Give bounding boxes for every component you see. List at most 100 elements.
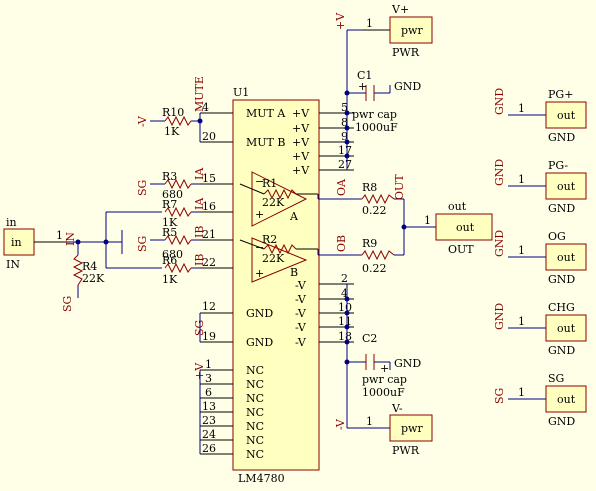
vminus-pin-num: 1 [366,415,373,428]
net-pos-v-top: +V [334,12,347,30]
pin-num-6: 6 [205,386,212,399]
junction-pv-4 [344,110,350,116]
r9-ref: R9 [362,237,377,250]
port-in-bottom: IN [6,258,20,271]
net-pos-v-nc: +V [193,362,206,380]
port-out-top: out [448,200,467,213]
pin-label-nc-2: NC [246,378,264,391]
junction-nv-1 [344,296,350,302]
pin-label-nc-1: NC [246,364,264,377]
c1-gnd: GND [394,80,421,93]
resistor-r4[interactable] [72,254,84,286]
junction-nv-3 [344,324,350,330]
port-in-body: in [11,236,22,249]
net-ib-1: IB [193,226,206,238]
port-out-pin-num: 1 [424,214,431,227]
pin-label-nc-4: NC [246,406,264,419]
input-wires [70,211,162,298]
svg-text:+: + [358,80,367,93]
r1-ref: R1 [262,177,277,190]
c2-ref: C2 [362,332,377,345]
chg-top: CHG [548,301,575,314]
sg-top: SG [548,372,564,385]
junction-nv-2 [344,310,350,316]
c2-name: pwr cap [362,373,407,386]
r1-value: 22K [262,196,285,209]
pin-label-mut-b: MUT B [246,136,285,149]
chg-body: out [557,322,576,335]
net-ia-2: IA [193,197,206,210]
r10-ref: R10 [162,106,184,119]
port-vplus-top: V+ [391,3,409,16]
pin-label-pv-5: +V [292,164,310,177]
pin-label-nv-5: -V [295,336,307,349]
r6-value: 1K [162,273,178,286]
net-sg-r3: SG [136,180,149,196]
pin-label-nv-3: -V [295,307,307,320]
pg-minus-body: out [557,180,576,193]
pin-num-2: 2 [341,272,348,285]
net-sg-r4: SG [61,296,74,312]
pg-plus-body: out [557,109,576,122]
sg-bottom: GND [548,415,575,428]
pin-label-pv-3: +V [292,136,310,149]
opamp-a-label: A [289,210,299,223]
pg-plus-top: PG+ [548,88,573,101]
junction-pv-3 [344,153,350,159]
port-out-body: out [456,221,475,234]
pin-num-23: 23 [202,414,216,427]
port-in-top: in [6,216,17,229]
net-mute: MUTE [193,76,206,112]
net-gnd-3: GND [493,230,506,257]
pin-num-24: 24 [202,428,216,441]
opamp-b-label: B [290,266,298,279]
port-out-bottom: OUT [448,243,474,256]
net-sg-gnd: SG [193,320,206,336]
pin-label-pv-4: +V [292,150,310,163]
vplus-pin-num: 1 [366,17,373,30]
pin-label-nc-5: NC [246,420,264,433]
pin-label-gnd-2: GND [246,336,273,349]
chg-pin: 1 [518,315,525,328]
pin-label-pv-1: +V [292,107,310,120]
pin-num-26: 26 [202,442,216,455]
pg-plus-bottom: GND [548,131,575,144]
pin-label-nc-3: NC [246,392,264,405]
pin-num-20: 20 [202,130,216,143]
net-in: IN [64,232,77,246]
chg-bottom: GND [548,344,575,357]
port-vplus-bottom: PWR [392,46,420,59]
net-gnd-4: GND [493,303,506,330]
r6-ref: R6 [162,254,177,267]
pin-num-13: 13 [202,400,216,413]
port-vplus-body: pwr [401,24,423,37]
pin-num-1: 1 [205,358,212,371]
r2-ref: R2 [262,233,277,246]
net-ib-2: IB [193,254,206,266]
pg-plus-pin: 1 [518,102,525,115]
pin-label-nv-1: -V [295,279,307,292]
ic-u1-ref: U1 [233,86,249,99]
pin-label-mut-a: MUT A [246,107,286,120]
net-neg-v-bottom: -V [334,418,347,430]
port-vminus-bottom: PWR [392,444,420,457]
pin-label-nc-6: NC [246,434,264,447]
r9-value: 0.22 [362,262,387,275]
junction-out [401,224,407,230]
junction-in-2 [103,239,109,245]
capacitor-c2[interactable] [362,354,378,370]
net-out: OUT [393,174,406,200]
r7-ref: R7 [162,198,177,211]
r8-value: 0.22 [362,204,387,217]
r5-ref: R5 [162,226,177,239]
og-pin: 1 [518,244,525,257]
sg-body: out [557,393,576,406]
net-gnd-1: GND [493,88,506,115]
resistor-r8[interactable] [361,193,395,205]
pin-num-27: 27 [338,158,352,171]
port-vminus-top: V- [391,402,403,415]
pin-num-3: 3 [205,372,212,385]
resistor-r9[interactable] [361,249,395,261]
net-gnd-2: GND [493,159,506,186]
pin-label-nv-2: -V [295,293,307,306]
